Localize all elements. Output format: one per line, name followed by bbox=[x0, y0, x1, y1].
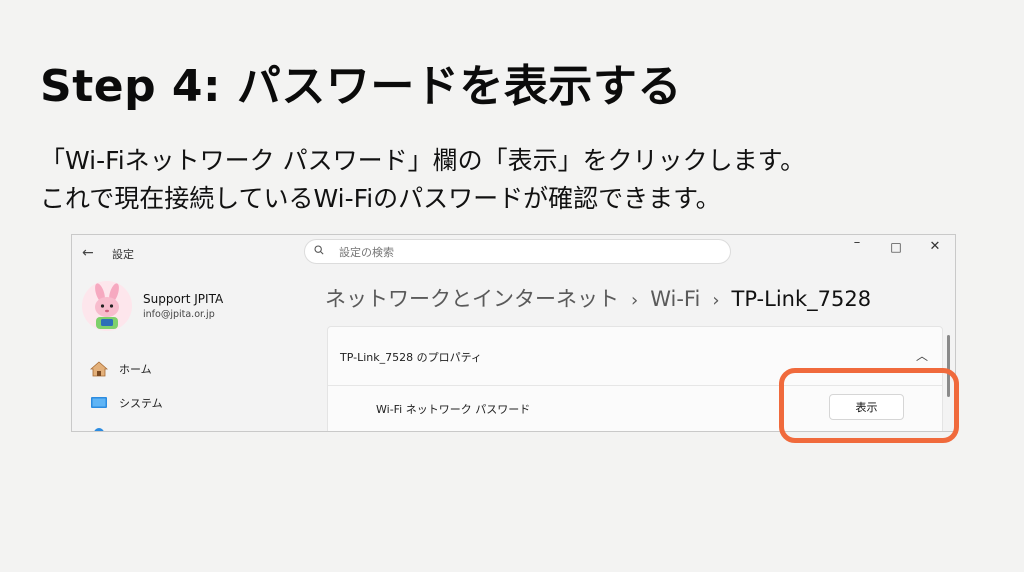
breadcrumb-item-wifi[interactable]: Wi-Fi bbox=[650, 287, 700, 311]
sidebar-item-label: ホーム bbox=[119, 363, 152, 376]
user-name: Support JPITA bbox=[143, 292, 224, 306]
description-line-1: 「Wi-Fiネットワーク パスワード」欄の「表示」をクリックします。 bbox=[40, 146, 806, 175]
close-icon[interactable]: ✕ bbox=[925, 239, 945, 254]
rabbit-mascot-icon bbox=[82, 281, 132, 331]
sidebar-item-home[interactable]: ホーム bbox=[90, 359, 152, 379]
search-icon bbox=[314, 245, 324, 255]
partial-nav-icon bbox=[94, 428, 104, 431]
breadcrumb-item-network[interactable]: ネットワークとインターネット bbox=[325, 287, 619, 311]
sidebar-item-system[interactable]: システム bbox=[90, 393, 163, 413]
system-icon bbox=[91, 397, 107, 408]
slide-description: 「Wi-Fiネットワーク パスワード」欄の「表示」をクリックします。 これで現在… bbox=[40, 142, 805, 218]
description-line-2: これで現在接続しているWi-Fiのパスワードが確認できます。 bbox=[40, 184, 721, 213]
highlight-box bbox=[779, 368, 959, 443]
sidebar-item-label: システム bbox=[119, 397, 163, 410]
home-icon bbox=[90, 361, 108, 377]
search-input[interactable] bbox=[337, 243, 701, 262]
minimize-icon[interactable]: – bbox=[847, 235, 867, 250]
breadcrumb-separator: › bbox=[712, 290, 720, 311]
breadcrumb: ネットワークとインターネット › Wi-Fi › TP-Link_7528 bbox=[325, 283, 871, 313]
back-arrow-icon[interactable]: ← bbox=[82, 245, 94, 261]
wifi-password-label: Wi-Fi ネットワーク パスワード bbox=[376, 403, 531, 416]
chevron-up-icon[interactable]: ︿ bbox=[916, 347, 928, 364]
properties-title: TP-Link_7528 のプロパティ bbox=[340, 351, 482, 364]
breadcrumb-item-current: TP-Link_7528 bbox=[731, 287, 872, 311]
maximize-icon[interactable]: □ bbox=[886, 240, 906, 254]
window-title: 設定 bbox=[112, 248, 134, 261]
breadcrumb-separator: › bbox=[631, 290, 639, 311]
user-email: info@jpita.or.jp bbox=[143, 309, 215, 320]
avatar[interactable] bbox=[82, 281, 132, 331]
slide-title: Step 4: パスワードを表示する bbox=[40, 61, 682, 112]
search-box[interactable] bbox=[304, 239, 731, 264]
